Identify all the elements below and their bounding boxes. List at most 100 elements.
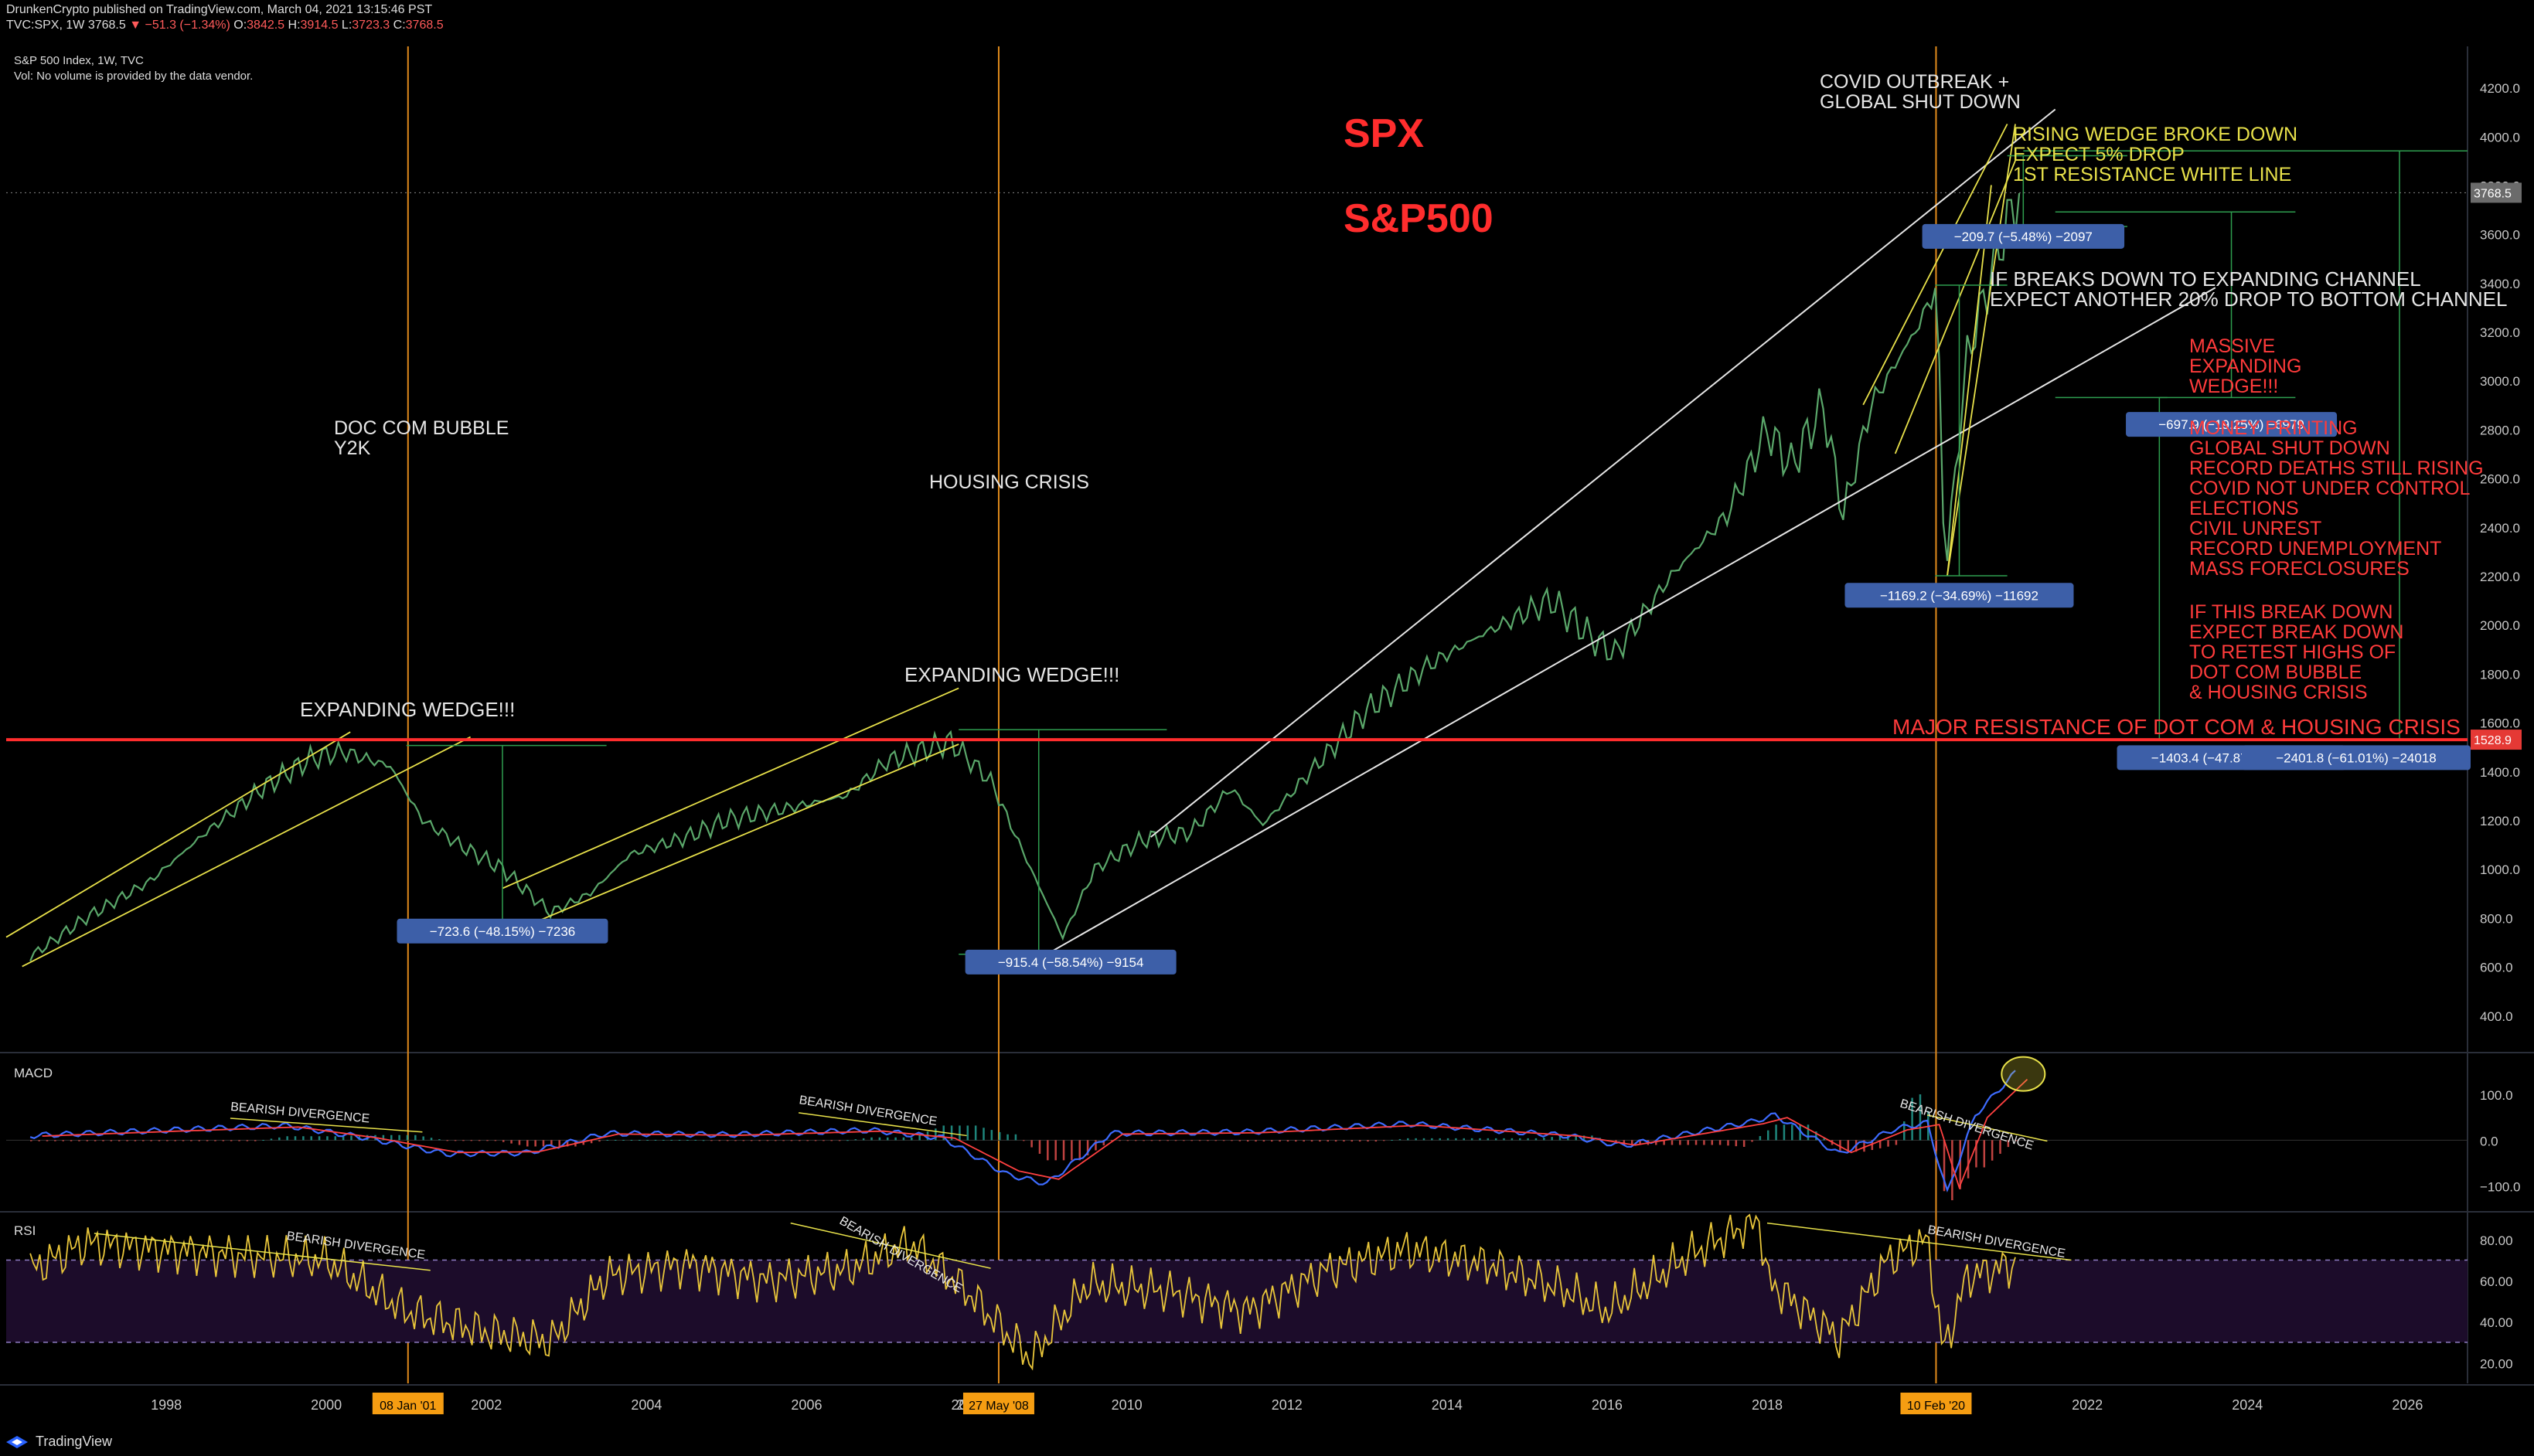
macd-histogram-bar: [334, 1136, 337, 1141]
macd-histogram-bar: [1374, 1140, 1378, 1142]
macd-histogram-bar: [838, 1140, 841, 1141]
macd-histogram-bar: [1751, 1140, 1753, 1142]
macd-histogram-bar: [310, 1136, 312, 1141]
macd-histogram-bar: [1415, 1138, 1417, 1141]
macd-histogram-bar: [286, 1136, 288, 1141]
macd-histogram-bar: [1735, 1140, 1738, 1147]
macd-histogram-bar: [806, 1140, 809, 1141]
macd-histogram-bar: [1286, 1140, 1289, 1142]
macd-signal-line: [42, 1078, 2028, 1190]
tradingview-logo[interactable]: TradingView: [5, 1433, 112, 1450]
annotation-if-break: IF THIS BREAK DOWN: [2189, 601, 2393, 623]
range-label-text: −723.6 (−48.15%) −7236: [430, 924, 576, 939]
macd-histogram-bar: [1310, 1140, 1313, 1142]
macd-divergence-label: BEARISH DIVERGENCE: [230, 1101, 370, 1126]
macd-histogram-bar: [1919, 1094, 1922, 1141]
macd-histogram-bar: [1047, 1140, 1049, 1161]
annotation-reason: CIVIL UNREST: [2189, 518, 2321, 539]
macd-histogram-bar: [983, 1128, 985, 1141]
macd-histogram-bar: [1487, 1138, 1490, 1141]
macd-histogram-bar: [823, 1140, 825, 1141]
price-tick-label: 3600.0: [2480, 228, 2520, 243]
annotation-wedge-mid: EXPANDING WEDGE!!!: [904, 663, 1119, 686]
time-tick-label: 1998: [151, 1397, 182, 1413]
macd-histogram-bar: [1222, 1140, 1225, 1141]
macd-histogram-bar: [742, 1140, 745, 1141]
wedge-left-upper: [5, 731, 351, 938]
macd-histogram-bar: [1711, 1140, 1714, 1145]
macd-histogram-bar: [622, 1139, 625, 1141]
macd-histogram-bar: [94, 1140, 97, 1141]
macd-histogram-bar: [30, 1140, 32, 1141]
macd-histogram-bar: [1687, 1140, 1689, 1145]
macd-histogram-bar: [462, 1140, 465, 1141]
macd-histogram-bar: [766, 1140, 769, 1141]
macd-histogram-bar: [1718, 1140, 1722, 1145]
annotation-covid-2: GLOBAL SHUT DOWN: [1820, 91, 2021, 113]
macd-histogram-bar: [190, 1140, 192, 1141]
macd-histogram-bar: [1807, 1124, 1810, 1141]
macd-title: MACD: [14, 1066, 53, 1080]
macd-histogram-bar: [414, 1135, 417, 1141]
macd-histogram-bar: [558, 1140, 560, 1147]
macd-histogram-bar: [1054, 1140, 1057, 1161]
macd-histogram-bar: [1382, 1140, 1385, 1141]
price-tick-label: 2800.0: [2480, 423, 2520, 437]
macd-histogram-bar: [1014, 1134, 1017, 1141]
macd-histogram-bar: [1470, 1138, 1473, 1141]
chart-canvas[interactable]: 400.0 600.0 800.0 1000.0 1200.0 1400.0 1600.0 1…: [0, 0, 2534, 1456]
macd-histogram-bar: [670, 1139, 673, 1141]
resistance-price-label: 1528.9: [2474, 734, 2512, 747]
macd-histogram-bar: [1207, 1140, 1209, 1141]
macd-histogram-bar: [1119, 1140, 1121, 1141]
macd-histogram-bar: [990, 1130, 993, 1141]
macd-histogram-bar: [678, 1139, 681, 1141]
macd-histogram-bar: [62, 1140, 64, 1141]
macd-histogram-bar: [198, 1140, 201, 1141]
macd-histogram-bar: [438, 1138, 441, 1141]
macd-histogram-bar: [518, 1140, 521, 1145]
macd-histogram-bar: [470, 1140, 473, 1141]
macd-histogram-bar: [406, 1135, 409, 1141]
macd-histogram-bar: [998, 1131, 1001, 1141]
macd-tick-label: 100.0: [2480, 1088, 2513, 1103]
range-label-text: −1169.2 (−34.69%) −11692: [1880, 588, 2038, 603]
macd-histogram-bar: [38, 1140, 40, 1141]
annotation-reason: MONEY PRINTING: [2189, 417, 2358, 439]
macd-histogram-bar: [1023, 1140, 1025, 1141]
macd-histogram-bar: [598, 1140, 601, 1142]
annotation-if-break: TO RETEST HIGHS OF: [2189, 641, 2396, 663]
macd-histogram-bar: [206, 1140, 209, 1141]
annotation-if-break: DOT COM BUBBLE: [2189, 662, 2362, 683]
annotation-reason: RECORD DEATHS STILL RISING: [2189, 458, 2484, 479]
macd-histogram-bar: [238, 1140, 240, 1141]
price-tick-label: 4200.0: [2480, 81, 2520, 96]
macd-histogram-bar: [1534, 1138, 1538, 1141]
macd-histogram-bar: [1679, 1140, 1681, 1145]
time-tick-label: 2022: [2072, 1397, 2103, 1413]
price-tick-label: 1800.0: [2480, 667, 2520, 682]
macd-histogram-bar: [1367, 1140, 1369, 1142]
price-series-line: [29, 192, 2021, 962]
macd-histogram-bar: [1358, 1140, 1361, 1142]
macd-histogram-bar: [1134, 1140, 1137, 1141]
macd-histogram-bar: [662, 1139, 665, 1141]
macd-histogram-bar: [1006, 1134, 1009, 1141]
rsi-tick-label: 40.00: [2480, 1315, 2513, 1330]
price-tick-label: 1200.0: [2480, 814, 2520, 828]
macd-histogram-bar: [422, 1136, 424, 1141]
macd-histogram-bar: [318, 1136, 321, 1141]
time-tick-label: 2018: [1752, 1397, 1783, 1413]
macd-divergence-label: BEARISH DIVERGENCE: [798, 1094, 938, 1128]
macd-histogram-bar: [1271, 1140, 1273, 1142]
macd-tick-label: −100.0: [2480, 1179, 2520, 1194]
macd-histogram-bar: [1887, 1140, 1889, 1147]
macd-histogram-bar: [726, 1140, 729, 1141]
macd-histogram-bar: [846, 1140, 849, 1141]
channel-lower-line: [1046, 287, 2216, 955]
price-tick-label: 3000.0: [2480, 374, 2520, 389]
tradingview-brand: TradingView: [36, 1433, 113, 1449]
price-tick-label: 2400.0: [2480, 521, 2520, 536]
macd-histogram-bar: [1095, 1140, 1097, 1151]
annotation-if-break: & HOUSING CRISIS: [2189, 682, 2368, 703]
